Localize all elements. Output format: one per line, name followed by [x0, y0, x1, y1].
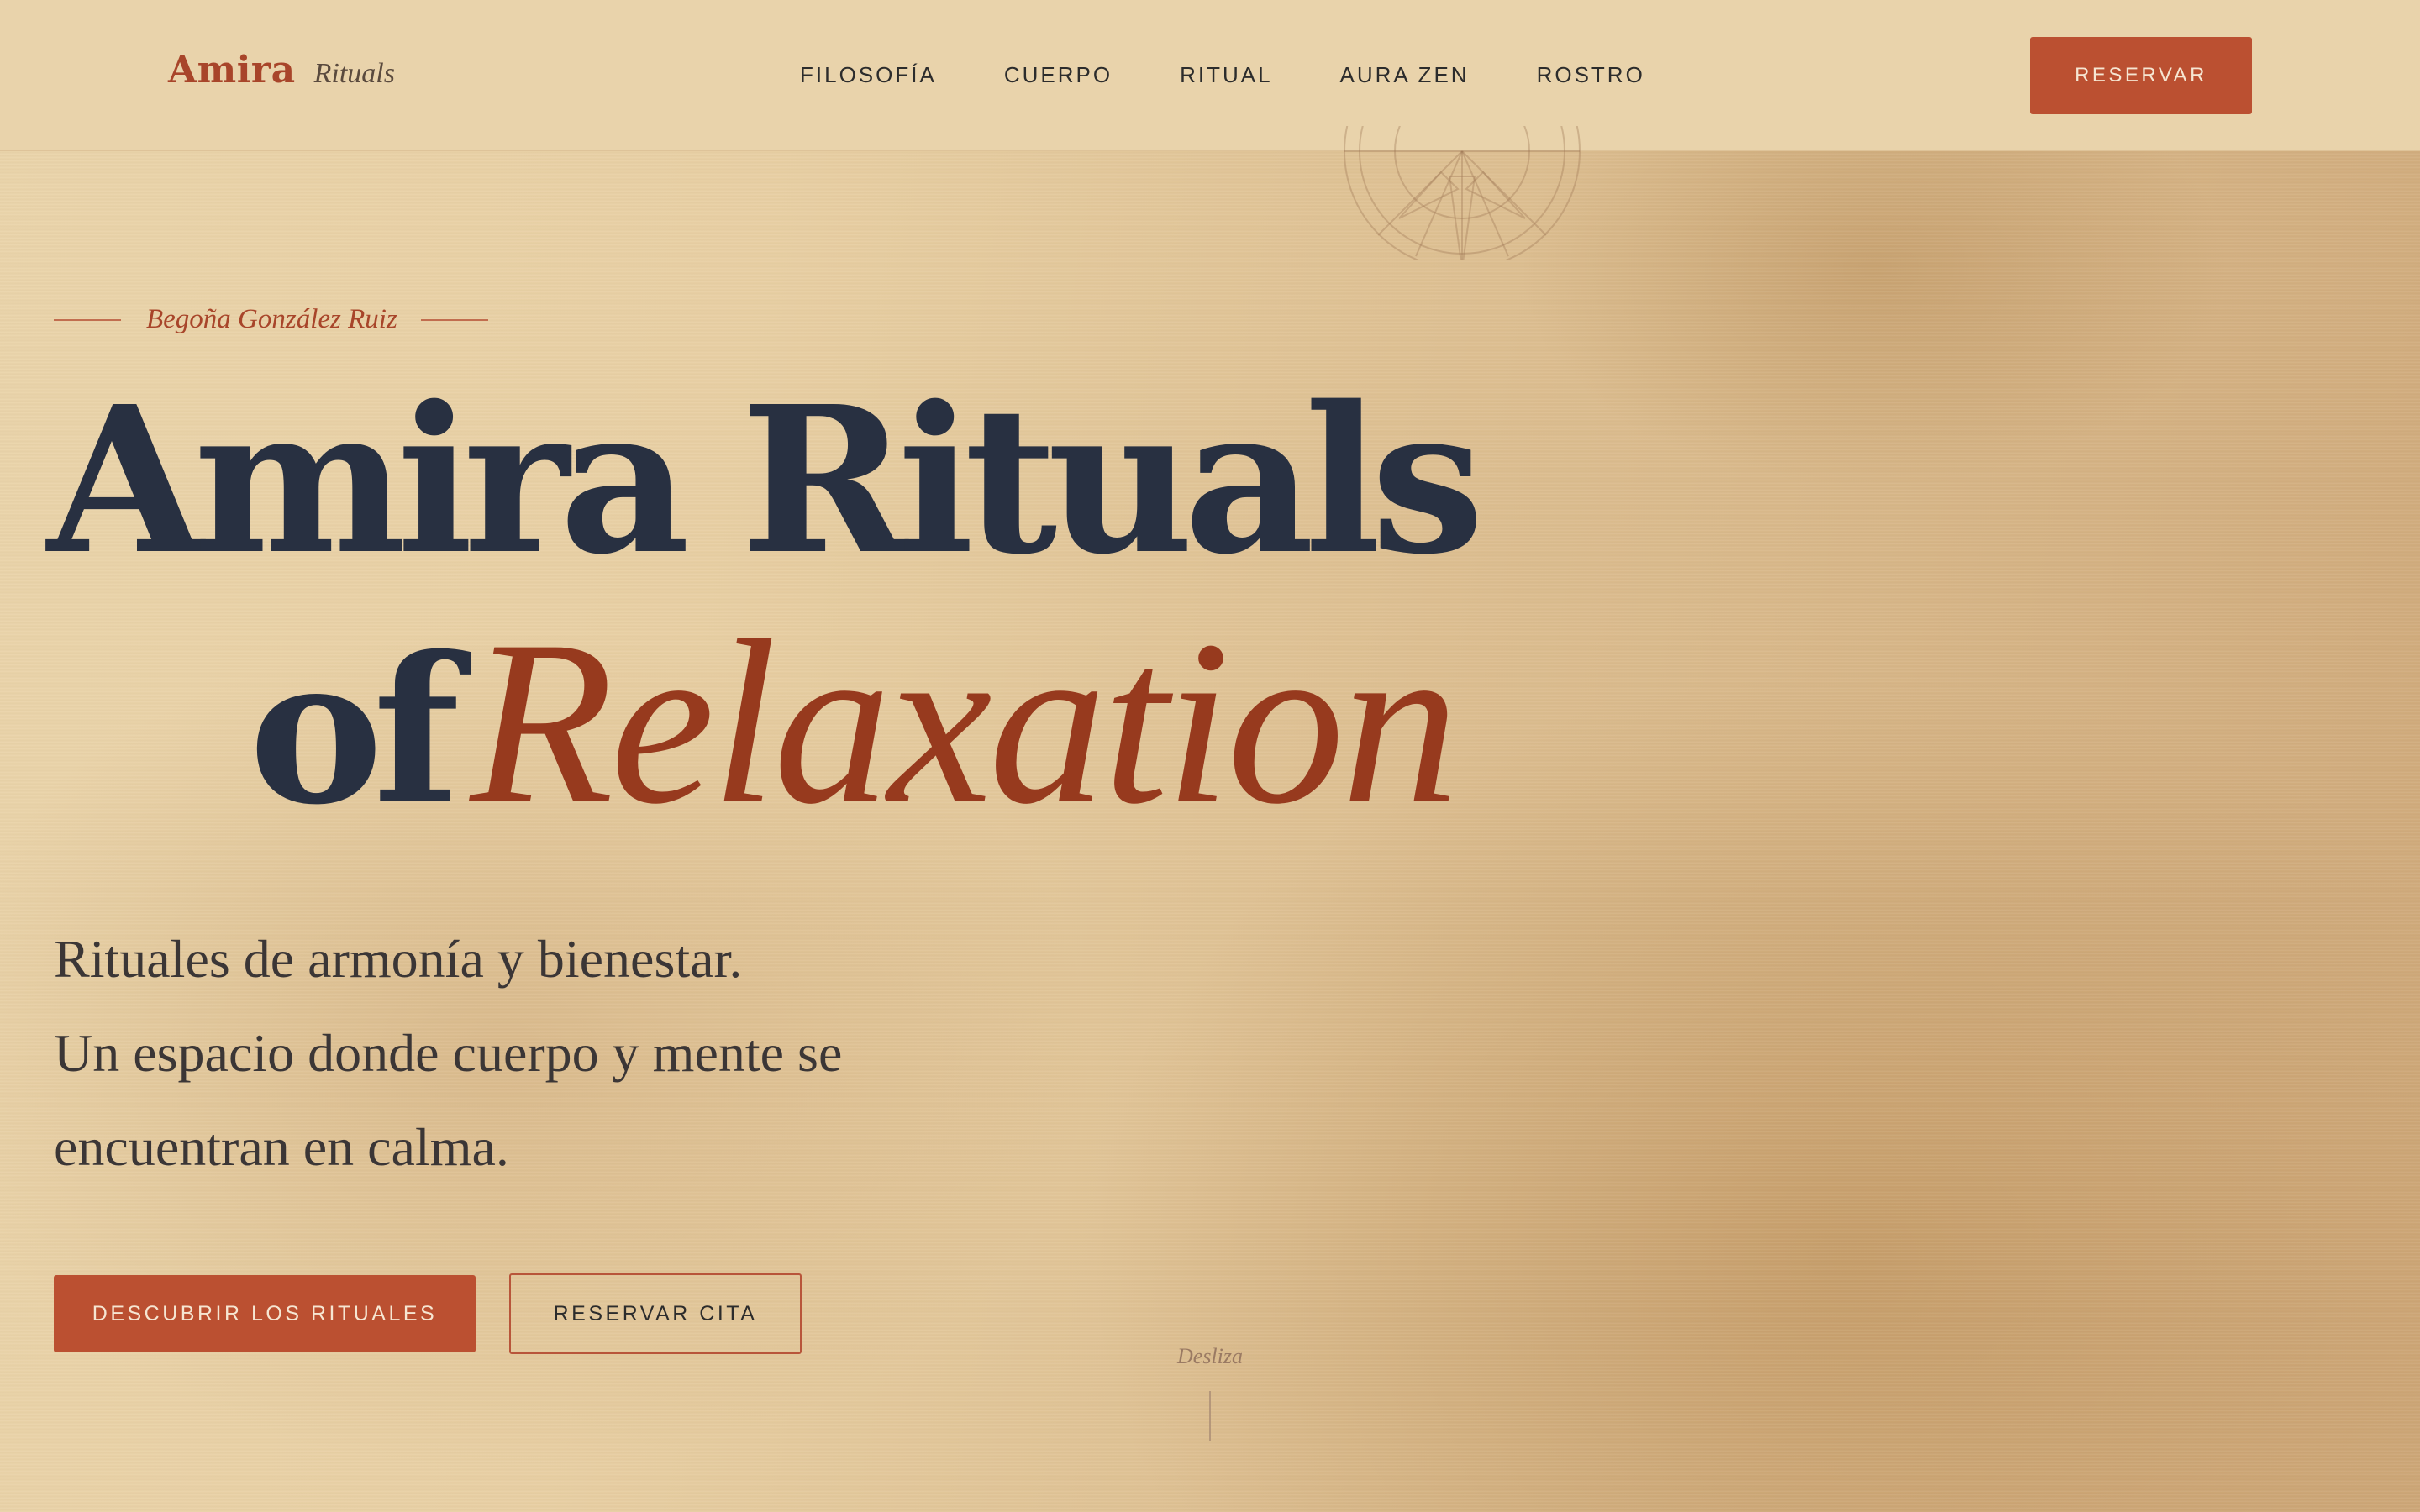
nav-link-aura-zen[interactable]: AURA ZEN [1340, 62, 1470, 88]
nav-link-ritual[interactable]: RITUAL [1180, 62, 1272, 88]
scroll-hint[interactable]: Desliza [1126, 1344, 1294, 1441]
hero-title-line1: Amira Rituals [47, 362, 1485, 599]
brand-name: Amira [168, 49, 296, 92]
subtitle-line: encuentran en calma. [54, 1117, 509, 1177]
nav-link-filosofia[interactable]: FILOSOFÍA [800, 62, 937, 88]
eyebrow: Begoña González Ruiz [54, 304, 488, 335]
discover-rituals-button[interactable]: DESCUBRIR LOS RITUALES [54, 1275, 476, 1352]
brand-logo[interactable]: Amira Rituals [168, 49, 395, 92]
main-menu: FILOSOFÍA CUERPO RITUAL AURA ZEN ROSTRO [800, 62, 1645, 88]
brand-tagline: Rituals [313, 58, 395, 89]
scroll-hint-label: Desliza [1177, 1344, 1243, 1368]
scroll-line-icon [1209, 1391, 1211, 1441]
nav-link-cuerpo[interactable]: CUERPO [1004, 62, 1113, 88]
eyebrow-line-left [54, 318, 121, 321]
hero-title-accent: Relaxation [470, 591, 1459, 853]
book-appointment-button[interactable]: RESERVAR CITA [509, 1273, 802, 1354]
eyebrow-author: Begoña González Ruiz [146, 304, 397, 334]
top-nav: Amira Rituals FILOSOFÍA CUERPO RITUAL AU… [0, 0, 2420, 151]
hero-title-of: of [249, 612, 460, 849]
hero-subtitle: Rituales de armonía y bienestar. Un espa… [54, 912, 842, 1194]
eyebrow-line-right [420, 318, 488, 321]
compass-rose-icon [1340, 126, 1584, 260]
nav-link-rostro[interactable]: ROSTRO [1537, 62, 1645, 88]
subtitle-line: Rituales de armonía y bienestar. [54, 929, 743, 989]
hero-title-line2: ofRelaxation [249, 605, 1459, 840]
reserve-button[interactable]: RESERVAR [2030, 37, 2252, 114]
subtitle-line: Un espacio donde cuerpo y mente se [54, 1023, 843, 1083]
